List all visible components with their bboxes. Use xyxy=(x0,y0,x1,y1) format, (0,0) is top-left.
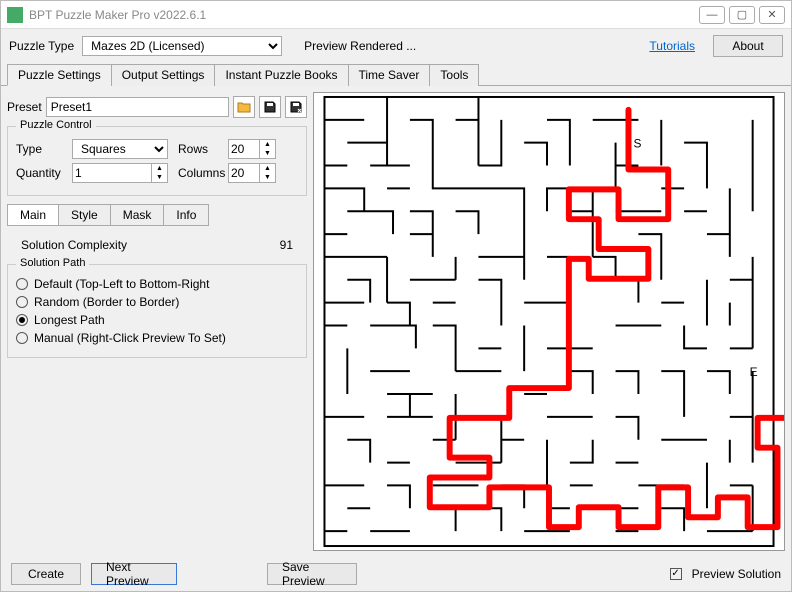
puzzle-control-title: Puzzle Control xyxy=(16,119,96,131)
tab-time-saver[interactable]: Time Saver xyxy=(348,64,431,86)
rows-stepper[interactable]: ▲▼ xyxy=(228,139,276,159)
up-arrow-icon[interactable]: ▲ xyxy=(260,164,275,173)
complexity-value: 91 xyxy=(280,238,293,252)
tab-instant-books[interactable]: Instant Puzzle Books xyxy=(214,64,348,86)
footer: Create Next Preview Save Preview Preview… xyxy=(1,557,791,591)
maze-preview[interactable]: S E xyxy=(313,92,785,551)
puzzle-type-label: Puzzle Type xyxy=(9,39,74,53)
tab-tools[interactable]: Tools xyxy=(429,64,479,86)
window-title: BPT Puzzle Maker Pro v2022.6.1 xyxy=(29,8,695,22)
columns-label: Columns xyxy=(178,166,222,180)
about-button[interactable]: About xyxy=(713,35,783,57)
sub-tab-info[interactable]: Info xyxy=(163,204,209,226)
radio-icon xyxy=(16,278,28,290)
tab-output-settings[interactable]: Output Settings xyxy=(111,64,216,86)
status-text: Preview Rendered ... xyxy=(304,39,416,53)
down-arrow-icon[interactable]: ▼ xyxy=(152,173,167,182)
radio-default[interactable]: Default (Top-Left to Bottom-Right xyxy=(16,277,298,291)
minimize-button[interactable]: — xyxy=(699,6,725,24)
rows-input[interactable] xyxy=(229,140,259,158)
radio-random[interactable]: Random (Border to Border) xyxy=(16,295,298,309)
quantity-stepper[interactable]: ▲▼ xyxy=(72,163,168,183)
start-marker: S xyxy=(633,137,641,151)
puzzle-type-select[interactable]: Mazes 2D (Licensed) xyxy=(82,36,282,56)
down-arrow-icon[interactable]: ▼ xyxy=(260,173,275,182)
radio-icon xyxy=(16,296,28,308)
radio-longest[interactable]: Longest Path xyxy=(16,313,298,327)
sub-tabs: Main Style Mask Info xyxy=(7,204,307,226)
down-arrow-icon[interactable]: ▼ xyxy=(260,149,275,158)
preview-panel: S E xyxy=(313,92,785,551)
preset-label: Preset xyxy=(7,100,42,114)
solution-path-title: Solution Path xyxy=(16,257,89,269)
sub-tab-main[interactable]: Main xyxy=(7,204,59,226)
create-button[interactable]: Create xyxy=(11,563,81,585)
end-marker: E xyxy=(750,365,758,379)
quantity-input[interactable] xyxy=(73,164,151,182)
complexity-label: Solution Complexity xyxy=(21,238,127,252)
type-label: Type xyxy=(16,142,66,156)
preset-input[interactable] xyxy=(46,97,229,117)
save-icon[interactable] xyxy=(259,96,281,118)
rows-label: Rows xyxy=(178,142,222,156)
tab-puzzle-settings[interactable]: Puzzle Settings xyxy=(7,64,112,86)
tutorials-link[interactable]: Tutorials xyxy=(649,39,695,53)
save-preview-button[interactable]: Save Preview xyxy=(267,563,357,585)
next-preview-button[interactable]: Next Preview xyxy=(91,563,177,585)
main-tabs: Puzzle Settings Output Settings Instant … xyxy=(1,63,791,86)
radio-icon xyxy=(16,332,28,344)
save-as-icon[interactable] xyxy=(285,96,307,118)
preset-row: Preset xyxy=(7,92,307,122)
type-select[interactable]: Squares xyxy=(72,139,168,159)
content-area: Preset Puzzle Control Type Squares Rows … xyxy=(1,86,791,557)
radio-icon xyxy=(16,314,28,326)
sub-tab-mask[interactable]: Mask xyxy=(110,204,165,226)
app-icon xyxy=(7,7,23,23)
maze-svg: S E xyxy=(314,93,784,550)
radio-manual[interactable]: Manual (Right-Click Preview To Set) xyxy=(16,331,298,345)
folder-open-icon[interactable] xyxy=(233,96,255,118)
sub-tab-style[interactable]: Style xyxy=(58,204,111,226)
preview-solution-checkbox[interactable] xyxy=(670,568,682,580)
up-arrow-icon[interactable]: ▲ xyxy=(260,140,275,149)
app-window: BPT Puzzle Maker Pro v2022.6.1 — ▢ ✕ Puz… xyxy=(0,0,792,592)
settings-panel: Preset Puzzle Control Type Squares Rows … xyxy=(7,92,307,551)
preview-solution-label: Preview Solution xyxy=(692,567,781,581)
quantity-label: Quantity xyxy=(16,166,66,180)
top-toolbar: Puzzle Type Mazes 2D (Licensed) Preview … xyxy=(1,29,791,63)
close-button[interactable]: ✕ xyxy=(759,6,785,24)
puzzle-control-group: Puzzle Control Type Squares Rows ▲▼ Quan… xyxy=(7,126,307,196)
columns-input[interactable] xyxy=(229,164,259,182)
columns-stepper[interactable]: ▲▼ xyxy=(228,163,276,183)
titlebar: BPT Puzzle Maker Pro v2022.6.1 — ▢ ✕ xyxy=(1,1,791,29)
maximize-button[interactable]: ▢ xyxy=(729,6,755,24)
up-arrow-icon[interactable]: ▲ xyxy=(152,164,167,173)
solution-path-group: Solution Path Default (Top-Left to Botto… xyxy=(7,264,307,358)
